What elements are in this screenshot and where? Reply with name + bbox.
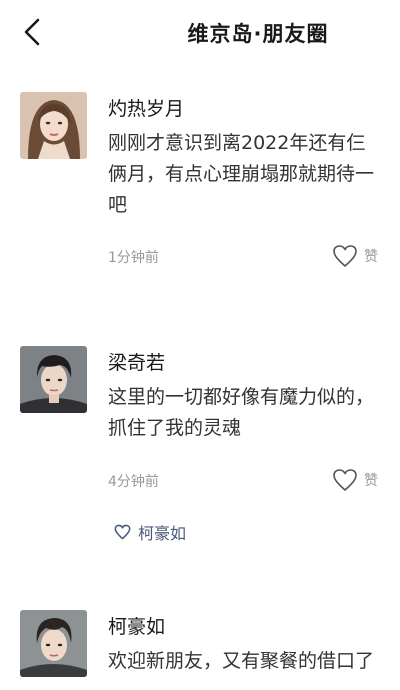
post-author[interactable]: 柯豪如 [108,612,165,639]
post-content: 刚刚才意识到离2022年还有仨 俩月，有点心理崩塌那就期待一 吧 [108,132,375,216]
post-time: 4分钟前 [108,474,159,490]
post-time: 1分钟前 [108,250,159,266]
like-button[interactable]: 赞 [332,466,392,494]
post-content: 这里的一切都好像有魔力似的， 抓住了我的灵魂 [108,386,375,439]
like-label: 赞 [364,473,378,489]
avatar[interactable] [20,92,87,159]
heart-icon [333,469,357,491]
post-author[interactable]: 梁奇若 [108,348,165,375]
likes-list: 柯豪如 [114,520,186,544]
post-content: 欢迎新朋友，又有聚餐的借口了 [108,650,375,672]
heart-icon [333,245,357,267]
avatar[interactable] [20,346,87,413]
like-label: 赞 [364,249,378,265]
moments-feed: 灼热岁月 刚刚才意识到离2022年还有仨 俩月，有点心理崩塌那就期待一 吧 1分… [0,0,400,690]
heart-icon [114,524,131,540]
liked-by-user[interactable]: 柯豪如 [138,520,186,544]
avatar[interactable] [20,610,87,677]
like-button[interactable]: 赞 [332,242,392,270]
post-author[interactable]: 灼热岁月 [108,94,184,121]
